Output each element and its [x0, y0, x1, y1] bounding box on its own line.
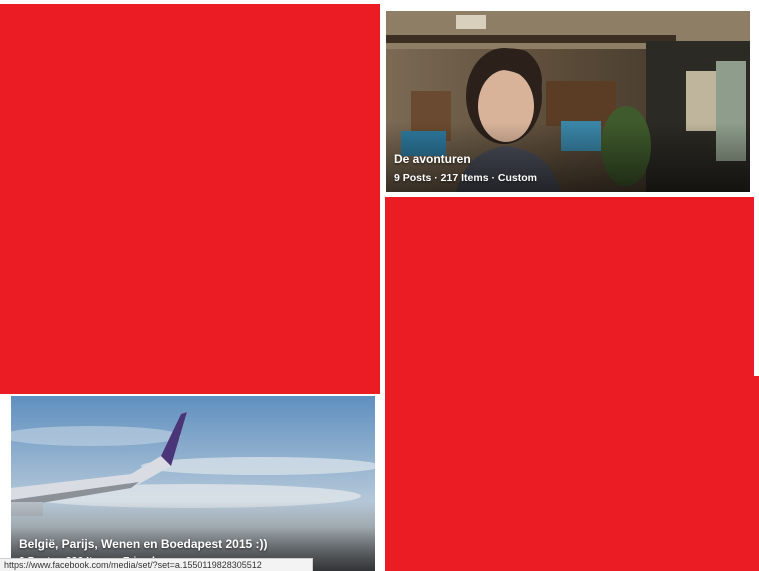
- album-placeholder-right: [385, 197, 754, 571]
- album-placeholder-left: [0, 4, 380, 394]
- album-meta: 9 Posts · 217 Items · Custom: [394, 172, 537, 184]
- album-title: België, Parijs, Wenen en Boedapest 2015 …: [19, 537, 268, 551]
- album-title: De avonturen: [394, 152, 471, 166]
- album-card-belgie-parijs-wenen-boedapest[interactable]: België, Parijs, Wenen en Boedapest 2015 …: [11, 396, 375, 571]
- album-card-de-avonturen[interactable]: De avonturen 9 Posts · 217 Items · Custo…: [386, 11, 750, 192]
- browser-status-bar: https://www.facebook.com/media/set/?set=…: [0, 558, 313, 571]
- album-placeholder-right-edge: [750, 376, 759, 571]
